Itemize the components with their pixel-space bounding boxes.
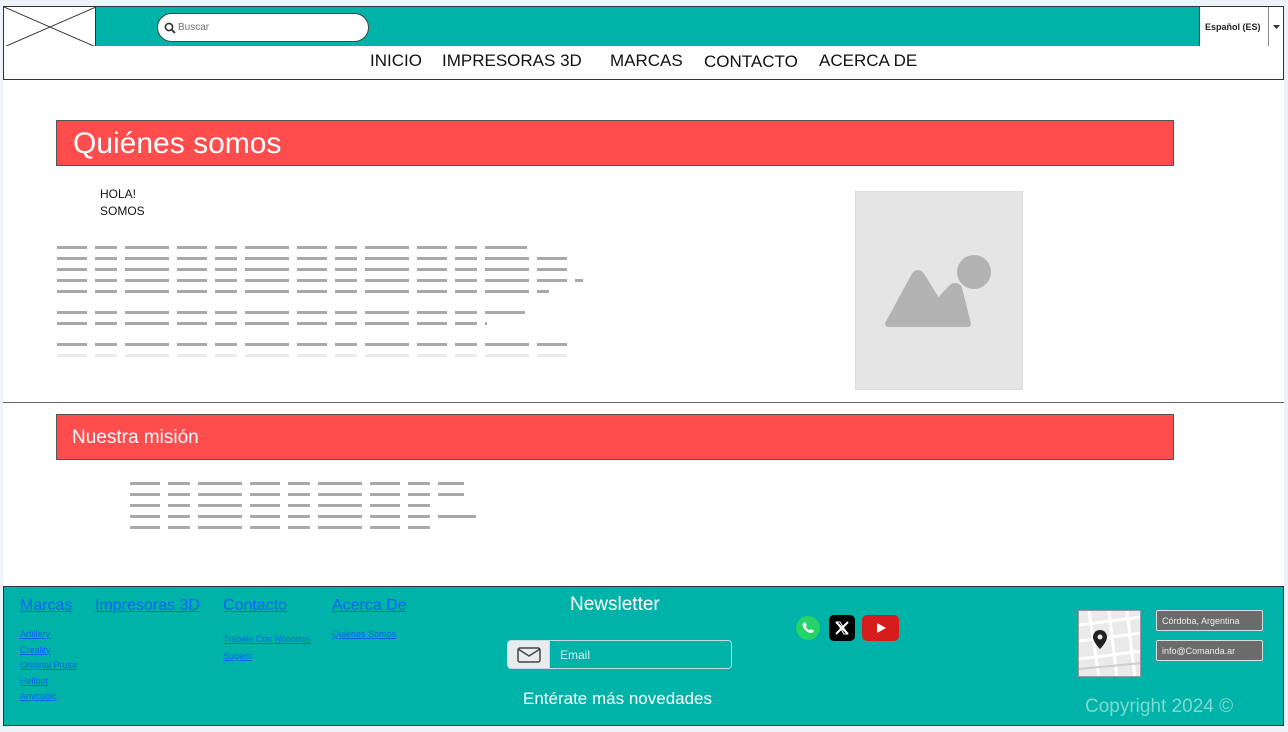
about-text-placeholder (57, 246, 583, 365)
section-divider (3, 402, 1284, 403)
mission-title: Nuestra misión (72, 427, 199, 448)
intro-line-hola: HOLA! (100, 187, 137, 201)
newsletter-title: Newsletter (570, 594, 660, 615)
footer-col-acerca: Acerca De Quienes Somos (332, 597, 407, 643)
footer-col-impresoras: Impresoras 3D (95, 597, 200, 627)
mission-title-banner: Nuestra misión (56, 414, 1174, 460)
logo-placeholder[interactable] (4, 7, 96, 47)
nav-marcas[interactable]: MARCAS (610, 51, 683, 71)
footer-heading-marcas[interactable]: Marcas (20, 597, 77, 615)
search-box[interactable] (157, 13, 369, 42)
nav-impresoras-3d[interactable]: IMPRESORAS 3D (442, 51, 582, 71)
top-bar: Español (ES) (3, 6, 1284, 47)
mission-text-placeholder (130, 482, 476, 537)
location-field: Córdoba, Argentina (1156, 610, 1263, 631)
main-nav: INICIO IMPRESORAS 3D MARCAS CONTACTO ACE… (3, 46, 1284, 80)
about-title: Quiénes somos (73, 127, 282, 160)
footer-link[interactable]: Creality (20, 643, 77, 659)
footer-col-contacto: Contacto Trabaja Con Nosotros Sugerir (223, 597, 311, 665)
footer: Marcas Artillery Creality Original Prusa… (3, 586, 1284, 726)
email-field: info@Comanda.ar (1156, 640, 1263, 661)
footer-link[interactable]: Trabaja Con Nosotros (223, 631, 311, 648)
language-select[interactable]: Español (ES) (1199, 7, 1283, 47)
page: Español (ES) INICIO IMPRESORAS 3D MARCAS… (3, 6, 1284, 726)
copyright: Copyright 2024 © (1085, 696, 1234, 717)
newsletter-email-field[interactable] (507, 640, 732, 669)
footer-link[interactable]: Quienes Somos (332, 627, 407, 643)
footer-heading-contacto[interactable]: Contacto (223, 597, 311, 615)
nav-acerca-de[interactable]: ACERCA DE (819, 51, 917, 71)
chevron-down-icon[interactable] (1268, 7, 1283, 47)
footer-heading-impresoras-3d[interactable]: Impresoras 3D (95, 597, 200, 615)
map-thumbnail[interactable] (1078, 610, 1141, 677)
search-icon (164, 22, 176, 34)
logo-placeholder-icon (4, 7, 96, 47)
whatsapp-icon[interactable] (795, 615, 821, 641)
image-placeholder-icon (885, 255, 991, 327)
newsletter-subtitle: Entérate más novedades (523, 689, 713, 708)
newsletter-email-input[interactable] (550, 641, 731, 668)
footer-link[interactable]: Hellbot (20, 674, 77, 690)
search-input[interactable] (178, 22, 358, 33)
nav-contacto[interactable]: CONTACTO (704, 52, 798, 72)
nav-inicio[interactable]: INICIO (370, 51, 422, 71)
language-label: Español (ES) (1205, 22, 1261, 32)
envelope-icon (508, 641, 550, 668)
x-twitter-icon[interactable] (829, 615, 855, 641)
footer-link[interactable]: Artillery (20, 627, 77, 643)
about-title-banner: Quiénes somos (56, 120, 1174, 166)
about-image-placeholder (855, 191, 1023, 390)
intro-line-somos: SOMOS (100, 204, 145, 218)
about-intro: HOLA! SOMOS (100, 186, 145, 220)
footer-link[interactable]: Anycubic (20, 689, 77, 705)
footer-link[interactable]: Sugerir (223, 648, 311, 665)
footer-heading-acerca-de[interactable]: Acerca De (332, 597, 407, 615)
youtube-icon[interactable] (862, 615, 899, 641)
footer-link[interactable]: Original Prusa (20, 658, 77, 674)
footer-col-marcas: Marcas Artillery Creality Original Prusa… (20, 597, 77, 705)
